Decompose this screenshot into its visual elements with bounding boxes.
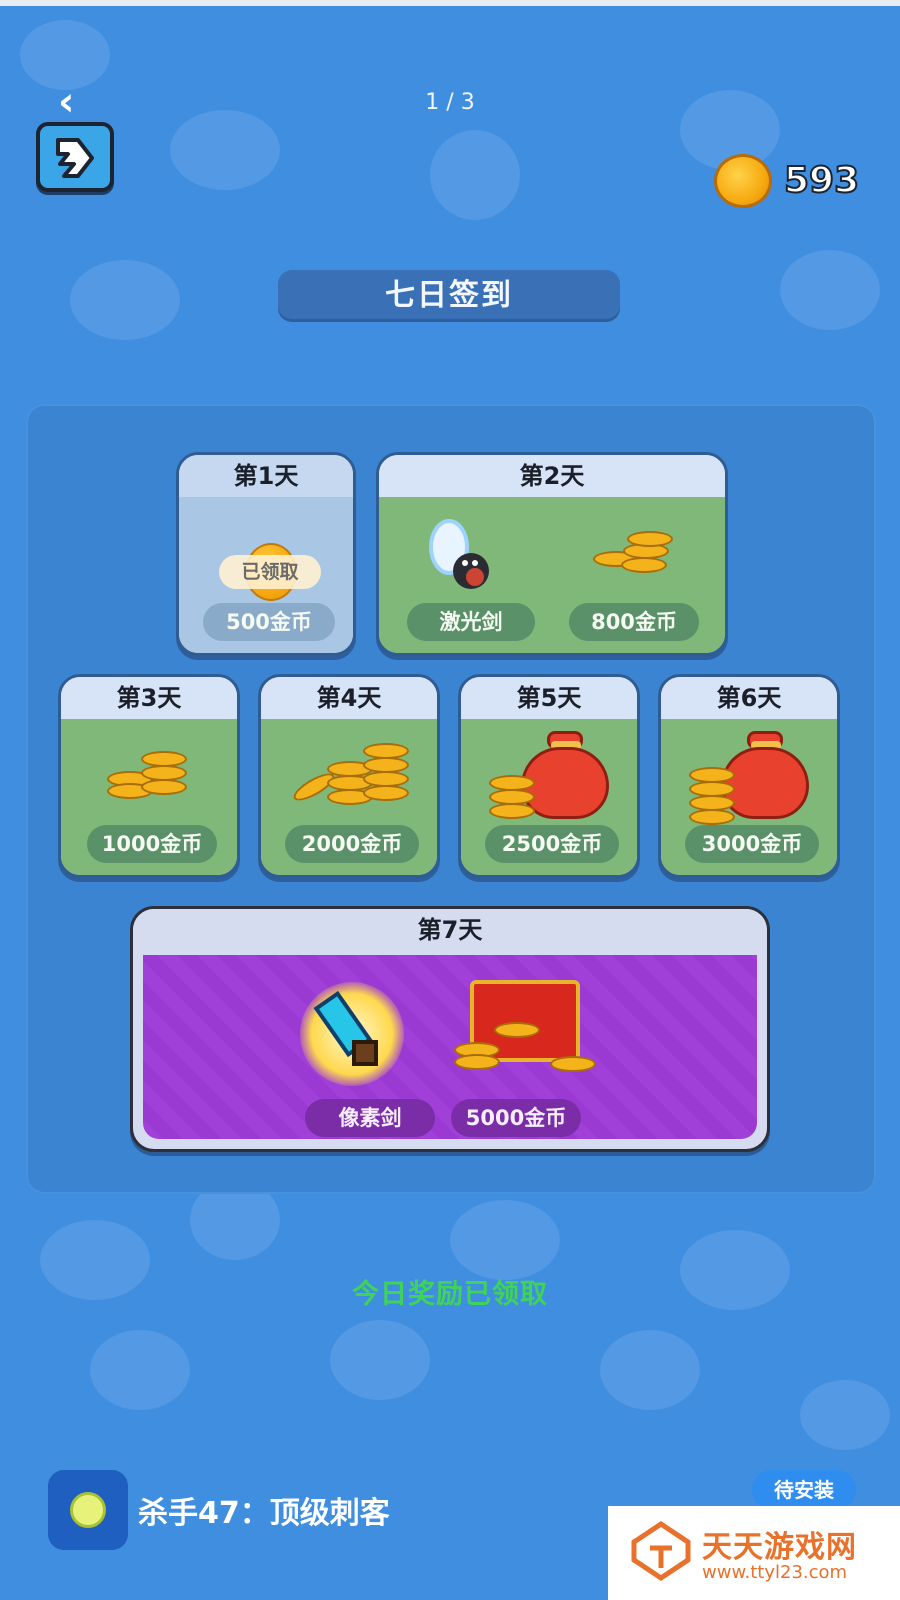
background-blob xyxy=(40,1220,150,1300)
ad-app-name[interactable]: 杀手47：顶级刺客 xyxy=(138,1488,390,1532)
pixel-sword-icon xyxy=(300,982,404,1086)
day-label: 第3天 xyxy=(61,677,237,719)
background-blob xyxy=(70,260,180,340)
install-button[interactable]: 待安装 xyxy=(752,1470,856,1510)
exit-button[interactable] xyxy=(36,122,114,192)
back-chevron-icon[interactable]: ‹ xyxy=(58,82,94,122)
page-title: 七日签到 xyxy=(278,270,620,322)
background-blob xyxy=(800,1380,890,1450)
claimed-badge: 已领取 xyxy=(219,555,321,589)
app-icon[interactable] xyxy=(48,1470,128,1550)
reward-label: 2000金币 xyxy=(285,825,419,863)
day-label: 第2天 xyxy=(379,455,725,497)
coin-stack-icon xyxy=(290,739,411,819)
day-card-1[interactable]: 第1天 已领取 500金币 xyxy=(176,452,356,656)
day-card-4[interactable]: 第4天 2000金币 xyxy=(258,674,440,878)
status-message: 今日奖励已领取 xyxy=(352,1279,548,1310)
day-label: 第7天 xyxy=(133,909,767,951)
day-card-7[interactable]: 第7天 像素剑 5000金币 xyxy=(130,906,770,1152)
coin-count: 593 xyxy=(783,159,860,202)
coin-stack-icon xyxy=(107,747,197,817)
coin-icon xyxy=(714,154,772,208)
background-blob xyxy=(450,1200,560,1280)
day-card-3[interactable]: 第3天 1000金币 xyxy=(58,674,240,878)
background-blob xyxy=(430,130,520,220)
reward-label: 500金币 xyxy=(203,603,335,641)
reward-label: 5000金币 xyxy=(451,1099,581,1137)
reward-label: 3000金币 xyxy=(685,825,819,863)
reward-label: 1000金币 xyxy=(87,825,217,863)
exit-icon xyxy=(56,138,94,178)
page-counter: 1 / 3 xyxy=(425,90,475,115)
reward-label: 像素剑 xyxy=(305,1099,435,1137)
background-blob xyxy=(600,1330,700,1410)
money-bag-icon: 2500金币 xyxy=(461,719,637,875)
background-blob xyxy=(330,1320,430,1400)
reward-label: 2500金币 xyxy=(485,825,619,863)
day-card-2[interactable]: 第2天 激光剑 800金币 xyxy=(376,452,728,656)
day-label: 第6天 xyxy=(661,677,837,719)
treasure-chest-icon xyxy=(454,980,596,1072)
day-label: 第4天 xyxy=(261,677,437,719)
day-card-5[interactable]: 第5天 2500金币 xyxy=(458,674,640,878)
watermark-title: 天天游戏网 xyxy=(702,1530,857,1565)
reward-label: 激光剑 xyxy=(407,603,535,641)
background-blob xyxy=(170,110,280,190)
money-bag-icon: 3000金币 xyxy=(661,719,837,875)
background-blob xyxy=(90,1330,190,1410)
status-strip xyxy=(0,0,900,6)
watermark-url: www.ttyl23.com xyxy=(702,1562,848,1583)
day-label: 第5天 xyxy=(461,677,637,719)
laser-sword-icon xyxy=(429,519,489,589)
background-blob xyxy=(780,250,880,330)
watermark-logo-icon xyxy=(631,1520,691,1582)
watermark: 天天游戏网 www.ttyl23.com xyxy=(608,1506,900,1600)
day-card-6[interactable]: 第6天 3000金币 xyxy=(658,674,840,878)
reward-label: 800金币 xyxy=(569,603,699,641)
coin-stack-icon xyxy=(593,531,683,591)
day-label: 第1天 xyxy=(179,455,353,497)
background-blob xyxy=(680,1230,790,1310)
coin-balance: 593 xyxy=(714,152,874,212)
